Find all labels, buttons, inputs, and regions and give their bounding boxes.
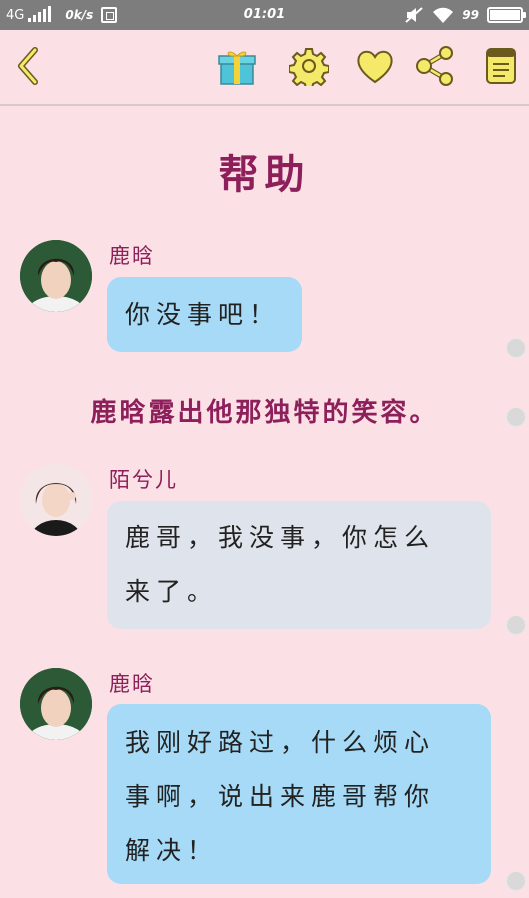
book-button[interactable]	[479, 44, 523, 88]
back-button[interactable]	[6, 44, 50, 88]
message-bubble: 你没事吧！	[107, 277, 302, 352]
page-title: 帮助	[218, 152, 311, 198]
gear-icon	[289, 48, 329, 86]
scroll-dot	[506, 407, 526, 427]
share-button[interactable]	[413, 44, 457, 88]
message-text: 你没事吧！	[125, 300, 281, 329]
settings-button[interactable]	[287, 44, 331, 88]
battery-icon	[487, 7, 526, 23]
speaker-name: 鹿晗	[109, 244, 155, 268]
speaker-name: 陌兮儿	[109, 468, 178, 492]
gift-button[interactable]	[215, 44, 259, 88]
speaker-name: 鹿晗	[109, 672, 155, 696]
scroll-dot	[506, 615, 526, 635]
mute-icon	[405, 7, 423, 23]
book-icon	[486, 48, 516, 84]
message-line: 解决！	[125, 836, 219, 865]
message-bubble: 鹿哥，我没事，你怎么 来了。	[107, 501, 491, 629]
scroll-dot	[506, 871, 526, 891]
avatar	[20, 240, 92, 312]
battery-percent: 99	[462, 8, 479, 22]
heart-icon	[357, 50, 393, 84]
message-bubble: 我刚好路过，什么烦心 事啊，说出来鹿哥帮你 解决！	[107, 704, 491, 884]
back-icon	[18, 47, 38, 85]
avatar	[20, 668, 92, 740]
message-line: 鹿哥，我没事，你怎么	[125, 523, 436, 552]
wifi-icon	[433, 7, 454, 23]
message-line: 事啊，说出来鹿哥帮你	[125, 782, 436, 811]
favorite-button[interactable]	[353, 44, 397, 88]
share-icon	[416, 46, 453, 86]
narration-text: 鹿晗露出他那独特的笑容。	[90, 398, 439, 428]
message-line: 我刚好路过，什么烦心	[125, 728, 436, 757]
toolbar	[0, 30, 529, 106]
status-bar: 4G 0k/s 01:01 99	[0, 0, 529, 30]
avatar	[20, 464, 92, 536]
gift-icon	[218, 51, 256, 85]
scroll-dot	[506, 338, 526, 358]
message-line: 来了。	[125, 577, 219, 606]
status-right: 99	[404, 6, 526, 24]
